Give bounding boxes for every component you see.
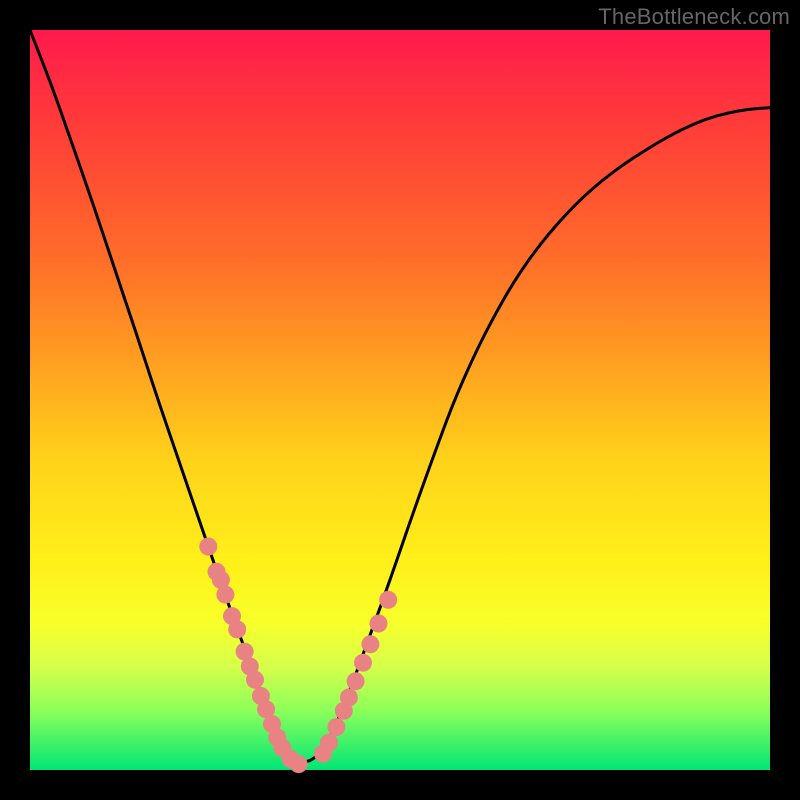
scatter-dot: [379, 591, 397, 609]
scatter-dot: [290, 755, 308, 773]
scatter-dot: [340, 689, 358, 707]
scatter-dot: [370, 615, 388, 633]
chart-svg: [30, 30, 770, 770]
scatter-dot: [228, 620, 246, 638]
scatter-dot: [354, 654, 372, 672]
scatter-dot: [320, 734, 338, 752]
scatter-dot: [246, 671, 264, 689]
scatter-dot: [327, 718, 345, 736]
scatter-dots: [199, 538, 397, 774]
plot-area: [30, 30, 770, 770]
curve-line: [30, 30, 770, 762]
curve-path: [30, 30, 770, 762]
chart-frame: TheBottleneck.com: [0, 0, 800, 800]
scatter-dot: [361, 635, 379, 653]
scatter-dot: [199, 538, 217, 556]
scatter-dot: [347, 672, 365, 690]
watermark-text: TheBottleneck.com: [598, 4, 790, 30]
scatter-dot: [212, 571, 230, 589]
